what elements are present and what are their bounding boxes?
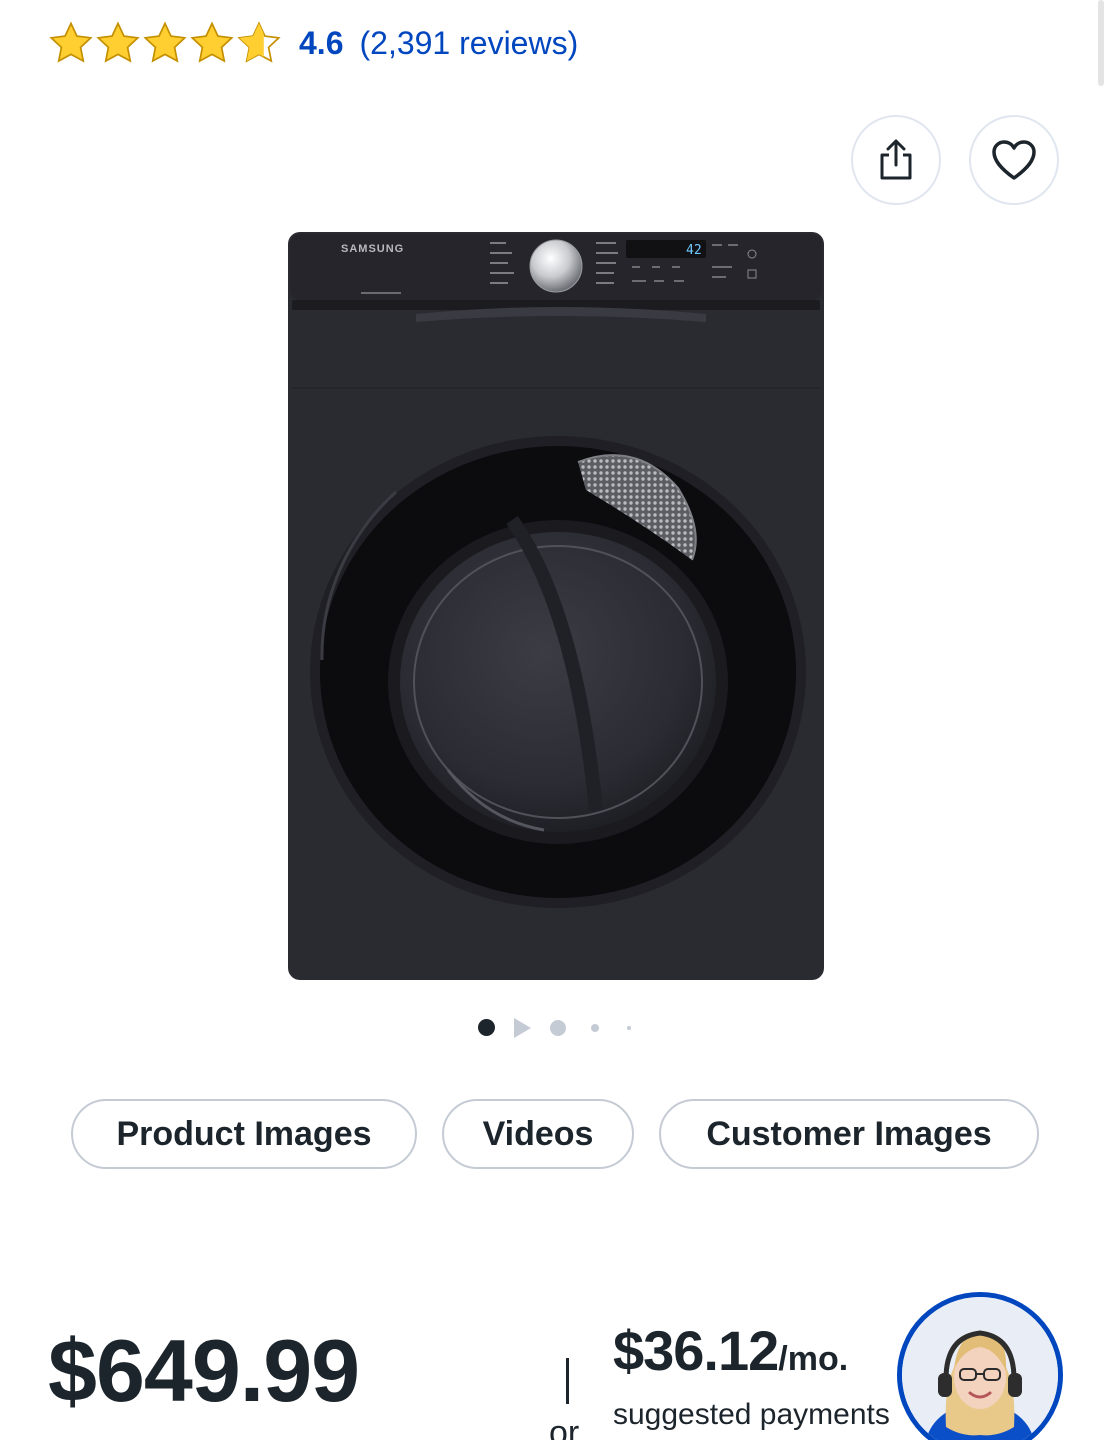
product-page: 4.6 (2,391 reviews) SAMSUNG 42 Product I… [0,0,1110,1440]
monthly-amount: $36.12 [613,1319,779,1382]
heart-icon [992,140,1036,180]
monthly-suffix: /mo. [778,1340,849,1378]
star-full-icon [190,21,234,63]
save-button[interactable] [969,115,1059,205]
agent-avatar-icon [902,1297,1058,1440]
video-play-icon[interactable] [514,1018,531,1038]
star-full-icon [49,21,93,63]
product-image[interactable]: SAMSUNG 42 [286,230,826,982]
share-button[interactable] [851,115,941,205]
star-full-icon [96,21,140,63]
videos-button[interactable]: Videos [442,1099,634,1169]
star-full-icon [143,21,187,63]
chat-agent-avatar-button[interactable] [897,1292,1063,1440]
scrollbar-thumb[interactable] [1098,0,1104,86]
share-icon [880,139,912,180]
product-price: $649.99 [48,1321,360,1420]
or-label: or [549,1414,580,1440]
rating-summary[interactable]: 4.6 (2,391 reviews) [48,18,578,68]
suggested-payments-label: suggested payments [613,1398,890,1431]
image-carousel-indicator[interactable] [478,1014,638,1040]
monthly-payment[interactable]: $36.12 /mo. [613,1318,848,1383]
carousel-dot[interactable] [627,1026,631,1030]
rating-score: 4.6 [299,24,344,61]
star-partial-icon [237,21,281,63]
carousel-dot[interactable] [591,1024,599,1032]
product-images-button[interactable]: Product Images [71,1099,417,1169]
star-rating [48,19,283,67]
dryer-display-readout: 42 [686,243,702,258]
carousel-dot-active[interactable] [478,1019,495,1036]
price-divider [566,1358,569,1404]
scrollbar[interactable] [1098,0,1110,90]
review-count-link[interactable]: (2,391 reviews) [359,25,578,62]
brand-logo: SAMSUNG [341,243,404,255]
customer-images-button[interactable]: Customer Images [659,1099,1039,1169]
carousel-dot[interactable] [550,1020,566,1036]
